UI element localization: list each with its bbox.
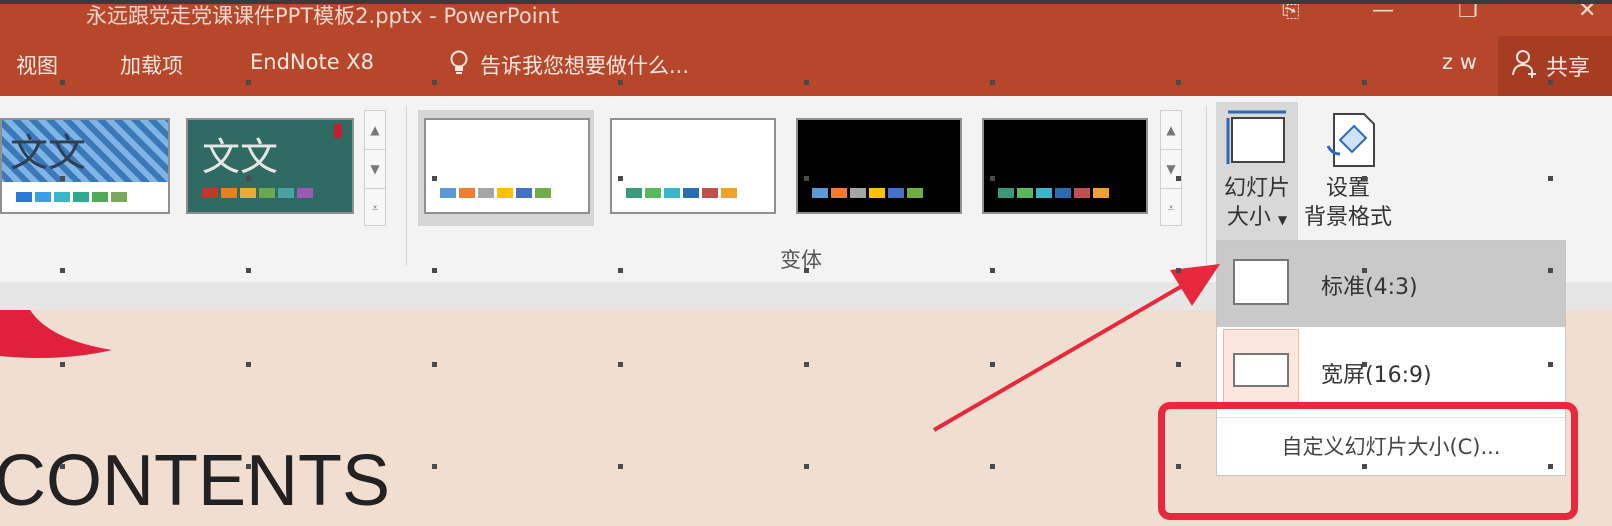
- slide-size-label-2: 大小: [1226, 205, 1271, 230]
- format-bg-label-2: 背景格式: [1303, 205, 1392, 230]
- grid-dot: [246, 80, 251, 85]
- grid-dot: [1176, 362, 1181, 367]
- grid-dot: [990, 268, 995, 273]
- grid-dot: [432, 268, 437, 273]
- restore-icon[interactable]: ⎘: [1282, 4, 1300, 23]
- grid-dot: [804, 176, 809, 181]
- grid-dot: [990, 176, 995, 181]
- grid-dot: [1176, 268, 1181, 273]
- theme-thumb-text: 文文: [10, 131, 87, 175]
- variant-thumbnail-1[interactable]: [424, 118, 590, 214]
- maximize-icon[interactable]: ❐: [1458, 4, 1478, 23]
- window-title: 永远跟党走党课课件PPT模板2.pptx - PowerPoint: [86, 4, 560, 28]
- chevron-down-icon: ▼: [1277, 213, 1288, 227]
- grid-dot: [618, 268, 623, 273]
- theme-thumbnail-2[interactable]: 文文: [186, 118, 354, 214]
- variant-thumbnail-3[interactable]: [796, 118, 962, 214]
- grid-dot: [1362, 80, 1367, 85]
- grid-dot: [1362, 464, 1367, 469]
- grid-dot: [246, 176, 251, 181]
- scroll-up-icon[interactable]: ▲: [365, 111, 385, 150]
- ribbon-tab-bar: 视图 加载项 EndNote X8 告诉我您想要做什么... z w 共享: [0, 28, 1612, 96]
- grid-dot: [990, 80, 995, 85]
- share-button[interactable]: 共享: [1498, 36, 1612, 96]
- user-name[interactable]: z w: [1442, 50, 1477, 74]
- slide-size-icon: [1226, 110, 1288, 170]
- grid-dot: [990, 362, 995, 367]
- grid-dot: [1176, 176, 1181, 181]
- grid-dot: [246, 362, 251, 367]
- grid-dot: [60, 268, 65, 273]
- grid-dot: [60, 362, 65, 367]
- grid-dot: [618, 80, 623, 85]
- grid-dot: [1548, 176, 1553, 181]
- grid-dot: [618, 176, 623, 181]
- grid-dot: [1548, 268, 1553, 273]
- grid-dot: [246, 464, 251, 469]
- tell-me-search[interactable]: 告诉我您想要做什么...: [480, 50, 689, 80]
- tab-add-ins[interactable]: 加载项: [120, 50, 183, 80]
- scroll-down-icon[interactable]: ▼: [1161, 150, 1181, 189]
- grid-dot: [618, 464, 623, 469]
- standard-size-icon: [1233, 259, 1289, 305]
- theme-thumb-text: 文文: [202, 135, 279, 179]
- grid-dot: [1176, 464, 1181, 469]
- format-bg-label: 设置: [1325, 176, 1370, 201]
- grid-dot: [60, 80, 65, 85]
- grid-dot: [1548, 80, 1553, 85]
- grid-dot: [1548, 362, 1553, 367]
- menu-item-standard-4-3[interactable]: 标准(4:3): [1217, 241, 1565, 327]
- grid-dot: [618, 362, 623, 367]
- format-background-icon: [1320, 110, 1380, 174]
- title-bar: 永远跟党走党课课件PPT模板2.pptx - PowerPoint ⎘ — ❐ …: [0, 0, 1612, 28]
- close-icon[interactable]: ✕: [1578, 4, 1596, 23]
- grid-dot: [804, 80, 809, 85]
- grid-dot: [432, 176, 437, 181]
- variant-gallery-scroll[interactable]: ▲ ▼ ⩡: [1160, 110, 1182, 226]
- format-background-button[interactable]: 设置 背景格式: [1300, 102, 1396, 240]
- variants-group-label: 变体: [780, 248, 822, 272]
- minimize-icon[interactable]: —: [1372, 4, 1394, 23]
- grid-dot: [246, 268, 251, 273]
- slide-size-label: 幻灯片: [1223, 176, 1290, 201]
- grid-dot: [1176, 80, 1181, 85]
- grid-dot: [804, 268, 809, 273]
- slide-size-button[interactable]: 幻灯片 大小 ▼: [1216, 102, 1298, 240]
- slide-heading: CONTENTS: [0, 441, 390, 521]
- gallery-more-icon[interactable]: ⩡: [1161, 189, 1181, 227]
- grid-dot: [60, 464, 65, 469]
- grid-dot: [1362, 268, 1367, 273]
- tab-view[interactable]: 视图: [16, 50, 58, 80]
- grid-dot: [1362, 362, 1367, 367]
- share-label: 共享: [1546, 56, 1591, 81]
- scroll-up-icon[interactable]: ▲: [1161, 111, 1181, 150]
- widescreen-size-icon: [1233, 353, 1289, 387]
- grid-dot: [804, 362, 809, 367]
- menu-item-label: 标准(4:3): [1321, 275, 1418, 300]
- tab-endnote[interactable]: EndNote X8: [250, 50, 374, 74]
- variant-thumbnail-2[interactable]: [610, 118, 776, 214]
- grid-dot: [804, 464, 809, 469]
- grid-dot: [1362, 176, 1367, 181]
- person-add-icon: [1510, 48, 1540, 82]
- grid-dot: [432, 362, 437, 367]
- grid-dot: [990, 464, 995, 469]
- red-swoosh-decoration: [0, 310, 112, 358]
- scroll-down-icon[interactable]: ▼: [365, 150, 385, 189]
- grid-dot: [432, 464, 437, 469]
- theme-gallery-scroll[interactable]: ▲ ▼ ⩡: [364, 110, 386, 226]
- theme-thumbnail-1[interactable]: 文文: [0, 118, 170, 214]
- grid-dot: [1548, 464, 1553, 469]
- menu-item-label: 宽屏(16:9): [1321, 363, 1432, 388]
- annotation-highlight-box: [1158, 402, 1578, 520]
- lightbulb-icon: [448, 50, 470, 81]
- variant-thumbnail-4[interactable]: [982, 118, 1148, 214]
- gallery-more-icon[interactable]: ⩡: [365, 189, 385, 227]
- grid-dot: [432, 80, 437, 85]
- grid-dot: [60, 176, 65, 181]
